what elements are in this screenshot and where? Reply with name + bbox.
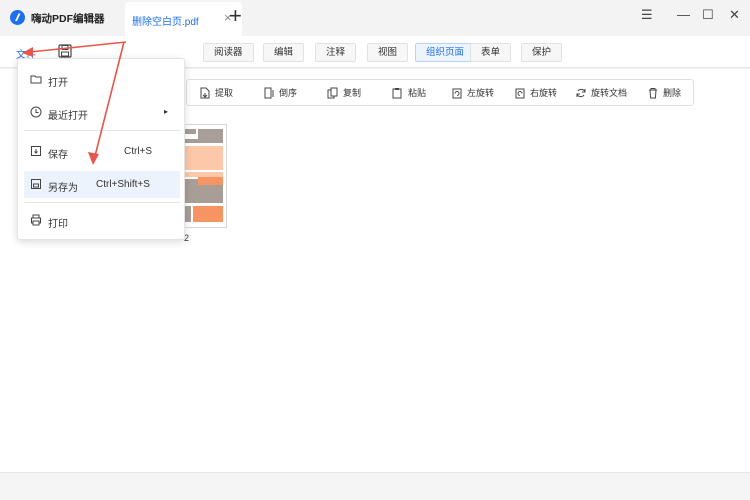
copy-icon <box>327 87 338 98</box>
paste-button[interactable]: 粘贴 <box>392 86 426 99</box>
tab-annotate[interactable]: 注释 <box>315 43 357 62</box>
organize-toolbar: 提取 倒序 复制 粘贴 左旋转 右旋转 旋转文档 删除 <box>186 79 694 106</box>
submenu-arrow-icon: ▸ <box>164 107 169 116</box>
file-dropdown-menu: 打开 最近打开 ▸ 保存 Ctrl+S 另存为 Ctrl+Shift+S 打印 <box>17 58 185 240</box>
document-tab-label: 删除空白页.pdf <box>132 17 199 28</box>
printer-icon <box>30 214 42 229</box>
title-bar: 嗨动PDF编辑器 删除空白页.pdf × + ☰ — ☐ ✕ <box>0 0 750 36</box>
tab-protect[interactable]: 保护 <box>521 43 563 62</box>
rotate-left-icon <box>452 88 462 98</box>
menu-item-save[interactable]: 保存 Ctrl+S <box>24 138 180 165</box>
menu-item-print[interactable]: 打印 <box>24 207 180 234</box>
page-thumbnail[interactable] <box>181 124 227 228</box>
reverse-button[interactable]: 倒序 <box>263 86 297 99</box>
menu-item-open-label: 打开 <box>48 78 68 89</box>
rotate-right-label: 右旋转 <box>530 88 558 98</box>
paste-label: 粘贴 <box>408 88 427 98</box>
menu-item-save-as[interactable]: 另存为 Ctrl+Shift+S <box>24 171 180 198</box>
menu-item-save-as-shortcut: Ctrl+Shift+S <box>96 179 150 190</box>
extract-label: 提取 <box>215 88 234 98</box>
rotate-right-button[interactable]: 右旋转 <box>514 86 557 99</box>
rotate-left-label: 左旋转 <box>467 88 495 98</box>
menu-item-save-label: 保存 <box>48 150 68 161</box>
tab-forms[interactable]: 表单 <box>470 43 512 62</box>
folder-open-icon <box>30 73 42 88</box>
status-bar <box>0 472 750 500</box>
menu-divider <box>24 202 180 203</box>
copy-button[interactable]: 复制 <box>327 86 361 99</box>
document-tab[interactable]: 删除空白页.pdf × <box>125 2 242 36</box>
delete-button[interactable]: 删除 <box>647 86 681 99</box>
tab-organize-pages[interactable]: 组织页面 <box>415 43 476 62</box>
new-tab-icon[interactable]: + <box>229 5 242 27</box>
trash-icon <box>649 87 657 98</box>
reverse-icon <box>264 87 274 98</box>
tab-view[interactable]: 视图 <box>367 43 409 62</box>
save-as-icon <box>30 178 42 193</box>
tab-edit[interactable]: 编辑 <box>263 43 305 62</box>
extract-icon <box>200 87 210 98</box>
clock-icon <box>30 106 42 121</box>
tab-reader[interactable]: 阅读器 <box>203 43 254 62</box>
menu-item-print-label: 打印 <box>48 219 68 230</box>
rotate-document-icon <box>576 88 586 97</box>
paste-icon <box>392 87 402 98</box>
menu-icon[interactable]: ☰ <box>641 8 653 21</box>
menu-item-save-as-label: 另存为 <box>48 183 78 194</box>
menu-item-recent-label: 最近打开 <box>48 111 88 122</box>
maximize-icon[interactable]: ☐ <box>702 8 714 21</box>
minimize-icon[interactable]: — <box>677 8 690 21</box>
menu-item-open[interactable]: 打开 <box>24 66 180 93</box>
rotate-document-button[interactable]: 旋转文档 <box>575 86 627 99</box>
menu-item-save-shortcut: Ctrl+S <box>124 146 153 157</box>
app-title: 嗨动PDF编辑器 <box>31 13 105 25</box>
menu-item-recent[interactable]: 最近打开 ▸ <box>24 99 180 126</box>
extract-button[interactable]: 提取 <box>199 86 233 99</box>
menu-divider <box>24 130 180 131</box>
close-window-icon[interactable]: ✕ <box>729 8 740 21</box>
save-icon <box>30 145 42 160</box>
copy-label: 复制 <box>343 88 362 98</box>
rotate-document-label: 旋转文档 <box>591 88 628 98</box>
delete-label: 删除 <box>663 88 682 98</box>
rotate-right-icon <box>515 88 525 98</box>
app-logo-icon <box>10 10 25 25</box>
reverse-label: 倒序 <box>279 88 298 98</box>
rotate-left-button[interactable]: 左旋转 <box>451 86 494 99</box>
